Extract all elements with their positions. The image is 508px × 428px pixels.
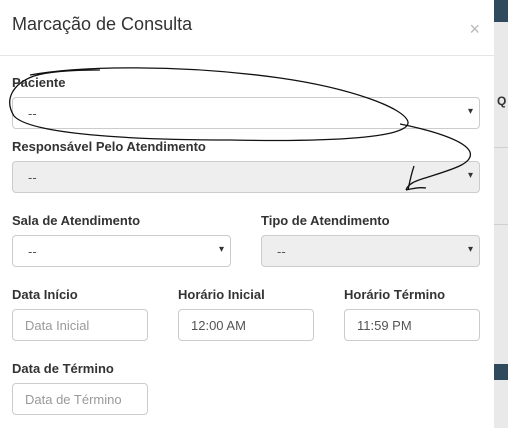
background-divider [494,224,508,225]
chevron-down-icon: ▾ [467,170,473,181]
horario-inicial-input[interactable] [178,309,314,341]
background-header-bar [494,364,508,380]
paciente-select[interactable]: -- ▾ [12,97,480,129]
chevron-down-icon: ▾ [218,244,224,255]
tipo-select: -- ▾ [261,235,480,267]
sala-select[interactable]: -- ▾ [12,235,231,267]
background-divider [494,147,508,148]
responsavel-select: -- ▾ [12,161,480,193]
paciente-label: Paciente [12,75,66,90]
horario-termino-label: Horário Término [344,287,446,302]
background-text: Q [497,94,507,108]
paciente-select-value: -- [28,106,37,121]
chevron-down-icon: ▾ [467,244,473,255]
data-termino-label: Data de Término [12,361,114,376]
tipo-select-value: -- [277,244,286,259]
chevron-down-icon: ▾ [467,106,473,117]
modal-title: Marcação de Consulta [12,14,193,34]
close-icon[interactable]: × [469,20,480,38]
background-navbar [494,0,508,22]
sala-label: Sala de Atendimento [12,213,141,228]
appointment-modal: Marcação de Consulta × Paciente -- ▾ Res… [0,0,494,428]
sala-select-value: -- [28,244,37,259]
modal-header: Marcação de Consulta × [0,0,494,56]
horario-inicial-label: Horário Inicial [178,287,265,302]
tipo-label: Tipo de Atendimento [261,213,390,228]
responsavel-label: Responsável Pelo Atendimento [12,139,206,154]
responsavel-select-value: -- [28,170,37,185]
data-inicio-input[interactable] [12,309,148,341]
data-inicio-label: Data Início [12,287,78,302]
data-termino-input[interactable] [12,383,148,415]
horario-termino-input[interactable] [344,309,480,341]
